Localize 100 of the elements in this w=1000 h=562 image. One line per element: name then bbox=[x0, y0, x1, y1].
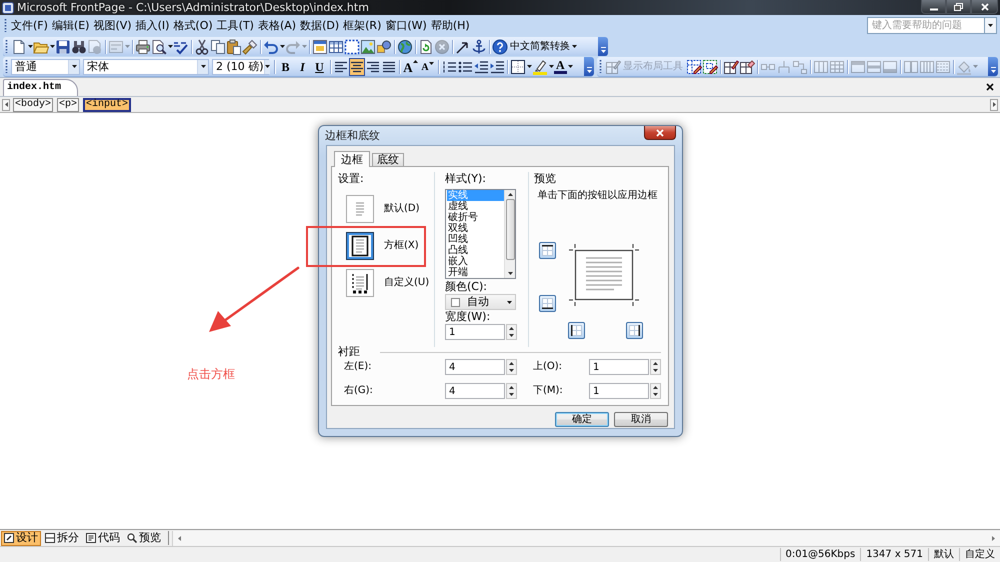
print-button[interactable] bbox=[135, 38, 151, 56]
menu-item[interactable]: 视图(V) bbox=[92, 17, 133, 34]
cancel-button[interactable]: 取消 bbox=[614, 412, 668, 427]
padding-field[interactable]: 4 bbox=[445, 359, 505, 375]
ok-button[interactable]: 确定 bbox=[555, 412, 609, 427]
style-dropdown[interactable]: 普通 bbox=[11, 58, 80, 74]
spinner[interactable] bbox=[506, 324, 517, 340]
italic-button[interactable]: I bbox=[294, 58, 311, 76]
picture-button[interactable] bbox=[360, 38, 376, 56]
font-dropdown[interactable]: 宋体 bbox=[83, 58, 209, 74]
menu-item[interactable]: 文件(F) bbox=[10, 17, 49, 34]
list-item[interactable]: 凸线 bbox=[447, 245, 504, 256]
highlight-button[interactable] bbox=[532, 58, 554, 76]
toolbar-options-button[interactable] bbox=[988, 57, 998, 76]
dialog-tab[interactable]: 底纹 bbox=[372, 153, 404, 166]
font-size-dropdown[interactable]: 2 (10 磅) bbox=[212, 58, 269, 74]
web-component-button[interactable] bbox=[312, 38, 328, 56]
copy-button[interactable] bbox=[210, 38, 226, 56]
menu-item[interactable]: 编辑(E) bbox=[50, 17, 90, 34]
view-tab[interactable]: 预览 bbox=[124, 530, 164, 546]
spinner[interactable] bbox=[506, 383, 517, 399]
view-tab[interactable]: 代码 bbox=[83, 530, 123, 546]
save-button[interactable] bbox=[55, 38, 71, 56]
grip-icon[interactable] bbox=[4, 18, 7, 33]
help-search-field[interactable]: 键入需要帮助的问题 bbox=[867, 17, 985, 34]
dialog-tab[interactable]: 边框 bbox=[334, 151, 370, 167]
menu-item[interactable]: 窗口(W) bbox=[384, 17, 428, 34]
left-border-button[interactable] bbox=[568, 322, 585, 339]
print-preview-button[interactable] bbox=[151, 38, 173, 56]
grow-font-button[interactable]: A bbox=[402, 58, 419, 76]
paste-button[interactable] bbox=[226, 38, 242, 56]
restore-button[interactable] bbox=[946, 0, 971, 14]
spinner[interactable] bbox=[506, 359, 517, 375]
scissors-icon bbox=[194, 38, 210, 54]
padding-field[interactable]: 1 bbox=[589, 383, 649, 399]
tag-button[interactable]: <input> bbox=[83, 98, 132, 112]
preset-button[interactable] bbox=[346, 269, 374, 297]
new-button[interactable] bbox=[11, 38, 33, 56]
list-item[interactable]: 破折号 bbox=[447, 212, 504, 223]
list-item[interactable]: 虚线 bbox=[447, 201, 504, 212]
view-tab[interactable]: 设计 bbox=[1, 530, 41, 546]
refresh-button[interactable] bbox=[418, 38, 434, 56]
preset-button[interactable] bbox=[346, 232, 374, 260]
anchor-button[interactable] bbox=[471, 38, 487, 56]
scroll-thumb[interactable] bbox=[506, 199, 514, 260]
grip-icon[interactable] bbox=[599, 59, 602, 74]
spinner[interactable] bbox=[650, 359, 661, 375]
document-tab[interactable]: index.htm bbox=[3, 79, 78, 96]
tag-button[interactable]: <body> bbox=[13, 98, 54, 112]
close-button[interactable] bbox=[644, 126, 676, 140]
convert-button[interactable]: 中文简繁转换 bbox=[508, 38, 579, 56]
preset-label[interactable]: 方框(X) bbox=[384, 240, 419, 252]
layer-button[interactable] bbox=[344, 38, 360, 56]
right-border-button[interactable] bbox=[626, 322, 643, 339]
help-dropdown-button[interactable] bbox=[985, 17, 997, 34]
padding-field[interactable]: 4 bbox=[445, 383, 505, 399]
list-item[interactable]: 开端 bbox=[447, 267, 504, 278]
menu-item[interactable]: 工具(T) bbox=[216, 17, 255, 34]
bottom-border-button[interactable] bbox=[539, 295, 556, 312]
horizontal-scrollbar[interactable] bbox=[172, 530, 1000, 546]
menu-item[interactable]: 数据(D) bbox=[299, 17, 340, 34]
toolbar-options-button[interactable] bbox=[598, 37, 608, 56]
help-button[interactable] bbox=[492, 38, 508, 56]
menu-item[interactable]: 插入(I) bbox=[134, 17, 170, 34]
menu-item[interactable]: 表格(A) bbox=[256, 17, 298, 34]
list-item[interactable]: 凹线 bbox=[447, 234, 504, 245]
color-dropdown[interactable]: 自动 bbox=[445, 294, 516, 310]
menu-item[interactable]: 帮助(H) bbox=[430, 17, 471, 34]
spinner[interactable] bbox=[650, 383, 661, 399]
scroll-right-button[interactable] bbox=[990, 98, 998, 110]
grip-icon[interactable] bbox=[5, 59, 8, 74]
preset-label[interactable]: 自定义(U) bbox=[384, 277, 430, 289]
hyperlink-button[interactable] bbox=[397, 38, 413, 56]
list-item[interactable]: 嵌入 bbox=[447, 256, 504, 267]
line-style-list[interactable]: 实线 虚线 破折号 双线 凹线 凸线 嵌入 开端 bbox=[445, 189, 516, 279]
toolbar-options-button[interactable] bbox=[584, 57, 594, 76]
center-button[interactable] bbox=[349, 58, 365, 76]
minimize-button[interactable] bbox=[921, 0, 946, 14]
top-border-button[interactable] bbox=[539, 242, 556, 259]
vertical-scrollbar[interactable] bbox=[504, 190, 515, 278]
shrink-font-button[interactable]: A bbox=[419, 58, 436, 76]
grip-icon[interactable] bbox=[5, 39, 8, 54]
borders-button[interactable] bbox=[510, 58, 532, 76]
underline-button[interactable]: U bbox=[311, 58, 328, 76]
menu-item[interactable]: 框架(R) bbox=[342, 17, 382, 34]
drawing-button[interactable] bbox=[376, 38, 392, 56]
view-tab[interactable]: 拆分 bbox=[42, 530, 82, 546]
preset-label[interactable]: 默认(D) bbox=[384, 203, 420, 215]
tag-button[interactable]: <p> bbox=[57, 98, 80, 112]
padding-field[interactable]: 1 bbox=[589, 359, 649, 375]
format-painter-button[interactable] bbox=[242, 38, 258, 56]
scroll-left-button[interactable] bbox=[2, 98, 10, 110]
close-icon[interactable] bbox=[986, 83, 994, 91]
bold-button[interactable]: B bbox=[277, 58, 294, 76]
menu-item[interactable]: 格式(O) bbox=[172, 17, 214, 34]
list-item[interactable]: 双线 bbox=[447, 223, 504, 234]
font-color-button[interactable]: A bbox=[554, 58, 573, 76]
width-field[interactable]: 1 bbox=[445, 324, 505, 340]
close-button[interactable] bbox=[971, 0, 998, 14]
cut-button[interactable] bbox=[194, 38, 210, 56]
